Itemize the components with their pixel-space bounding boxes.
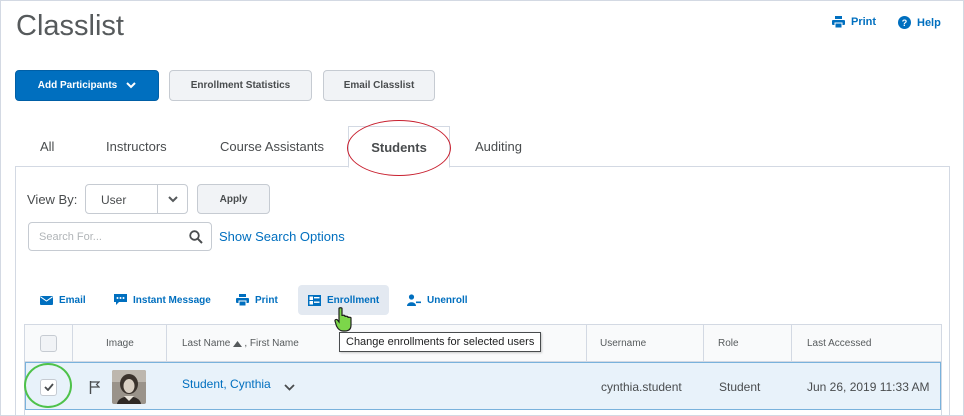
chat-bubble-icon [114,294,127,305]
role-cell: Student [719,380,761,394]
enrollment-statistics-label: Enrollment Statistics [190,80,291,91]
search-placeholder: Search For... [39,231,102,243]
username-cell: cynthia.student [601,380,682,394]
unenroll-action[interactable]: Unenroll [407,285,468,315]
chevron-down-icon [126,82,136,89]
role-tabs: All Instructors Course Assistants Studen… [15,126,950,168]
sort-ascending-icon [233,340,243,347]
tab-instructors-label: Instructors [106,139,167,154]
tab-auditing[interactable]: Auditing [475,126,522,167]
tab-instructors[interactable]: Instructors [106,126,167,167]
checkbox-highlight-circle [24,363,72,408]
avatar[interactable] [112,370,146,404]
instant-message-action[interactable]: Instant Message [114,285,211,315]
hand-cursor-icon [334,307,352,332]
unenroll-action-label: Unenroll [427,294,468,306]
print-link-label: Print [851,16,877,28]
tab-all-label: All [40,139,55,154]
add-participants-button[interactable]: Add Participants [15,70,159,101]
tab-course-assistants[interactable]: Course Assistants [220,126,324,167]
printer-icon [236,294,249,306]
apply-button[interactable]: Apply [197,184,270,214]
table-row[interactable]: Student, Cynthia cynthia.student Student… [25,362,941,410]
image-column-header: Image [106,338,134,349]
role-column-header[interactable]: Role [718,325,739,362]
print-action-label: Print [255,294,278,306]
envelope-icon [40,295,53,305]
instant-message-action-label: Instant Message [133,294,211,306]
tab-all[interactable]: All [40,126,54,167]
chevron-down-icon[interactable] [284,383,295,391]
enrollment-list-icon [308,294,321,306]
help-link[interactable]: ? Help [898,16,941,29]
search-icon[interactable] [189,230,203,244]
svg-text:?: ? [902,18,908,28]
email-classlist-button[interactable]: Email Classlist [323,70,435,101]
email-action[interactable]: Email [40,285,86,315]
select-all-checkbox[interactable] [40,335,57,352]
email-classlist-label: Email Classlist [343,80,415,91]
help-link-label: Help [917,16,941,29]
last-accessed-cell: Jun 26, 2019 11:33 AM [807,380,930,394]
tab-auditing-label: Auditing [475,139,522,154]
flag-cell[interactable] [89,363,100,411]
show-search-options-link[interactable]: Show Search Options [219,229,345,244]
enrollment-action-label: Enrollment [327,294,380,306]
print-link[interactable]: Print [832,16,876,28]
name-column-header[interactable]: Last Name , First Name [182,325,299,362]
print-action[interactable]: Print [236,285,278,315]
view-by-label: View By: [27,192,78,207]
profile-image-cell [112,363,146,411]
first-name-sort-link[interactable]: , First Name [244,338,298,349]
select-all-cell[interactable] [40,325,57,362]
tab-course-assistants-label: Course Assistants [220,139,325,154]
flag-icon[interactable] [89,380,100,394]
help-icon: ? [898,16,911,29]
view-by-value: User [101,193,127,207]
page-title: Classlist [16,10,124,42]
name-cell: Student, Cynthia [182,363,295,411]
chevron-down-icon [157,185,187,213]
user-remove-icon [407,294,421,306]
student-name-link[interactable]: Student, Cynthia [182,377,271,391]
enrollment-statistics-button[interactable]: Enrollment Statistics [169,70,312,101]
username-column-header[interactable]: Username [600,325,646,362]
printer-icon [832,16,845,28]
last-accessed-column-header[interactable]: Last Accessed [807,325,871,362]
add-participants-label: Add Participants [37,80,118,91]
email-action-label: Email [59,294,86,306]
view-by-select[interactable]: User [85,184,188,214]
apply-label: Apply [219,193,248,205]
last-name-sort-link[interactable]: Last Name [182,338,230,349]
search-input[interactable]: Search For... [28,222,212,251]
enrollment-tooltip: Change enrollments for selected users [339,332,542,352]
